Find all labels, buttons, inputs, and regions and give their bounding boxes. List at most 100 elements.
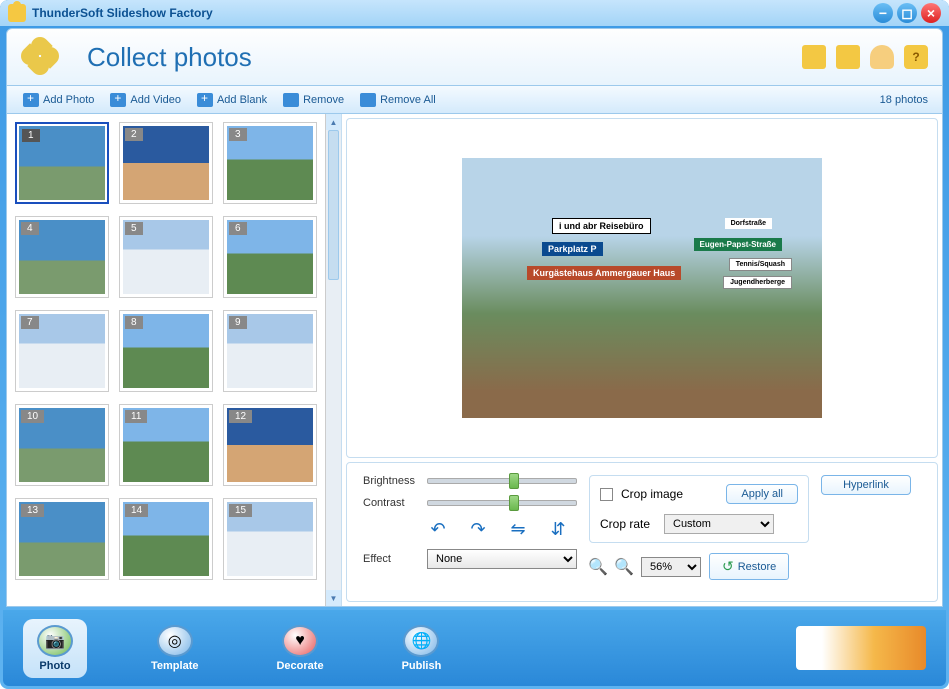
plus-icon xyxy=(197,93,213,107)
sign-text: Kurgästehaus Ammergauer Haus xyxy=(527,266,681,280)
app-icon xyxy=(8,4,26,22)
thumbnail-number: 8 xyxy=(125,316,143,329)
brightness-slider[interactable] xyxy=(427,478,577,484)
controls: Brightness Contrast ↶ ↷ ⇋ ⇵ Effect xyxy=(346,462,938,602)
thumbnail-item[interactable]: 11 xyxy=(119,404,213,486)
titlebar: ThunderSoft Slideshow Factory − ◻ × xyxy=(0,0,949,26)
contrast-slider[interactable] xyxy=(427,500,577,506)
rotate-controls: ↶ ↷ ⇋ ⇵ xyxy=(427,519,577,539)
thumbnail-number: 15 xyxy=(229,504,252,517)
flip-horizontal-icon[interactable]: ⇋ xyxy=(507,519,529,539)
photo-count: 18 photos xyxy=(880,94,934,106)
remove-button[interactable]: Remove xyxy=(275,91,352,109)
toolbar: Add Photo Add Video Add Blank Remove Rem… xyxy=(6,86,943,114)
heart-icon: ♥ xyxy=(282,625,318,657)
apply-all-button[interactable]: Apply all xyxy=(726,484,798,504)
thumbnail-item[interactable]: 3 xyxy=(223,122,317,204)
thumbnail-item[interactable]: 10 xyxy=(15,404,109,486)
brand-logo xyxy=(796,626,926,670)
sign-text: Parkplatz P xyxy=(542,242,603,256)
flip-vertical-icon[interactable]: ⇵ xyxy=(547,519,569,539)
plus-icon xyxy=(110,93,126,107)
thumbnail-number: 11 xyxy=(125,410,147,423)
remove-all-icon xyxy=(360,93,376,107)
preview-area: i und abr Reisebüro Parkplatz P Kurgäste… xyxy=(346,118,938,458)
thumbnail-item[interactable]: 1 xyxy=(15,122,109,204)
thumbnail-number: 3 xyxy=(229,128,247,141)
preview-image[interactable]: i und abr Reisebüro Parkplatz P Kurgäste… xyxy=(462,158,822,418)
app-window: ThunderSoft Slideshow Factory − ◻ × Coll… xyxy=(0,0,949,689)
sign-text: Dorfstraße xyxy=(725,218,772,229)
tab-label: Photo xyxy=(39,660,70,672)
user-icon[interactable] xyxy=(870,45,894,69)
effect-select[interactable]: None xyxy=(427,549,577,569)
thumbnail-item[interactable]: 8 xyxy=(119,310,213,392)
add-blank-label: Add Blank xyxy=(217,94,267,106)
tab-template[interactable]: ◎ Template xyxy=(137,619,212,678)
hyperlink-button[interactable]: Hyperlink xyxy=(821,475,911,495)
contrast-label: Contrast xyxy=(363,497,419,509)
rotate-right-icon[interactable]: ↷ xyxy=(467,519,489,539)
plus-icon xyxy=(23,93,39,107)
thumbnail-number: 1 xyxy=(22,129,40,142)
crop-checkbox[interactable] xyxy=(600,488,613,501)
rotate-left-icon[interactable]: ↶ xyxy=(427,519,449,539)
slider-thumb[interactable] xyxy=(509,473,519,489)
thumbnail-item[interactable]: 2 xyxy=(119,122,213,204)
remove-all-label: Remove All xyxy=(380,94,436,106)
thumbnail-item[interactable]: 4 xyxy=(15,216,109,298)
thumbnail-number: 13 xyxy=(21,504,44,517)
sign-text: Tennis/Squash xyxy=(729,258,792,271)
thumbnail-number: 6 xyxy=(229,222,247,235)
crop-rate-select[interactable]: Custom xyxy=(664,514,774,534)
zoom-controls: 🔍 🔍 56% Restore xyxy=(589,553,809,580)
restore-button[interactable]: Restore xyxy=(709,553,789,580)
scroll-up-button[interactable]: ▲ xyxy=(326,114,341,130)
tab-label: Template xyxy=(151,660,198,672)
tab-label: Publish xyxy=(402,660,442,672)
thumbnail-item[interactable]: 9 xyxy=(223,310,317,392)
thumbnail-item[interactable]: 6 xyxy=(223,216,317,298)
folder-icon[interactable] xyxy=(802,45,826,69)
tab-publish[interactable]: 🌐 Publish xyxy=(388,619,456,678)
photo-icon: 📷 xyxy=(37,625,73,657)
thumbnail-item[interactable]: 13 xyxy=(15,498,109,580)
add-photo-label: Add Photo xyxy=(43,94,94,106)
minimize-button[interactable]: − xyxy=(873,3,893,23)
remove-all-button[interactable]: Remove All xyxy=(352,91,444,109)
help-icon[interactable]: ? xyxy=(904,45,928,69)
add-video-button[interactable]: Add Video xyxy=(102,91,189,109)
sign-text: Eugen-Papst-Straße xyxy=(694,238,782,251)
thumbnail-number: 7 xyxy=(21,316,39,329)
thumbnail-number: 4 xyxy=(21,222,39,235)
scroll-thumb[interactable] xyxy=(328,130,339,280)
thumbnail-item[interactable]: 14 xyxy=(119,498,213,580)
add-video-label: Add Video xyxy=(130,94,181,106)
brightness-label: Brightness xyxy=(363,475,419,487)
header: Collect photos ? xyxy=(6,28,943,86)
add-photo-button[interactable]: Add Photo xyxy=(15,91,102,109)
thumbnail-item[interactable]: 7 xyxy=(15,310,109,392)
zoom-out-icon[interactable]: 🔍 xyxy=(615,558,633,576)
zoom-in-icon[interactable]: 🔍 xyxy=(589,558,607,576)
thumbnail-item[interactable]: 12 xyxy=(223,404,317,486)
add-blank-button[interactable]: Add Blank xyxy=(189,91,275,109)
header-actions: ? xyxy=(802,45,928,69)
scrollbar[interactable]: ▲ ▼ xyxy=(325,114,341,606)
scroll-down-button[interactable]: ▼ xyxy=(326,590,341,606)
slider-thumb[interactable] xyxy=(509,495,519,511)
tab-photo[interactable]: 📷 Photo xyxy=(23,619,87,678)
thumbnail-item[interactable]: 5 xyxy=(119,216,213,298)
adjust-controls: Brightness Contrast ↶ ↷ ⇋ ⇵ Effect xyxy=(363,475,577,569)
tab-decorate[interactable]: ♥ Decorate xyxy=(262,619,337,678)
thumbnail-number: 2 xyxy=(125,128,143,141)
sign-text: i und abr Reisebüro xyxy=(552,218,651,234)
note-icon[interactable] xyxy=(836,45,860,69)
thumbnail-panel: 123456789101112131415 ▲ ▼ xyxy=(7,114,342,606)
close-button[interactable]: × xyxy=(921,3,941,23)
maximize-button[interactable]: ◻ xyxy=(897,3,917,23)
restore-label: Restore xyxy=(738,561,777,573)
zoom-select[interactable]: 56% xyxy=(641,557,701,577)
thumbnail-grid: 123456789101112131415 xyxy=(7,114,325,606)
thumbnail-item[interactable]: 15 xyxy=(223,498,317,580)
